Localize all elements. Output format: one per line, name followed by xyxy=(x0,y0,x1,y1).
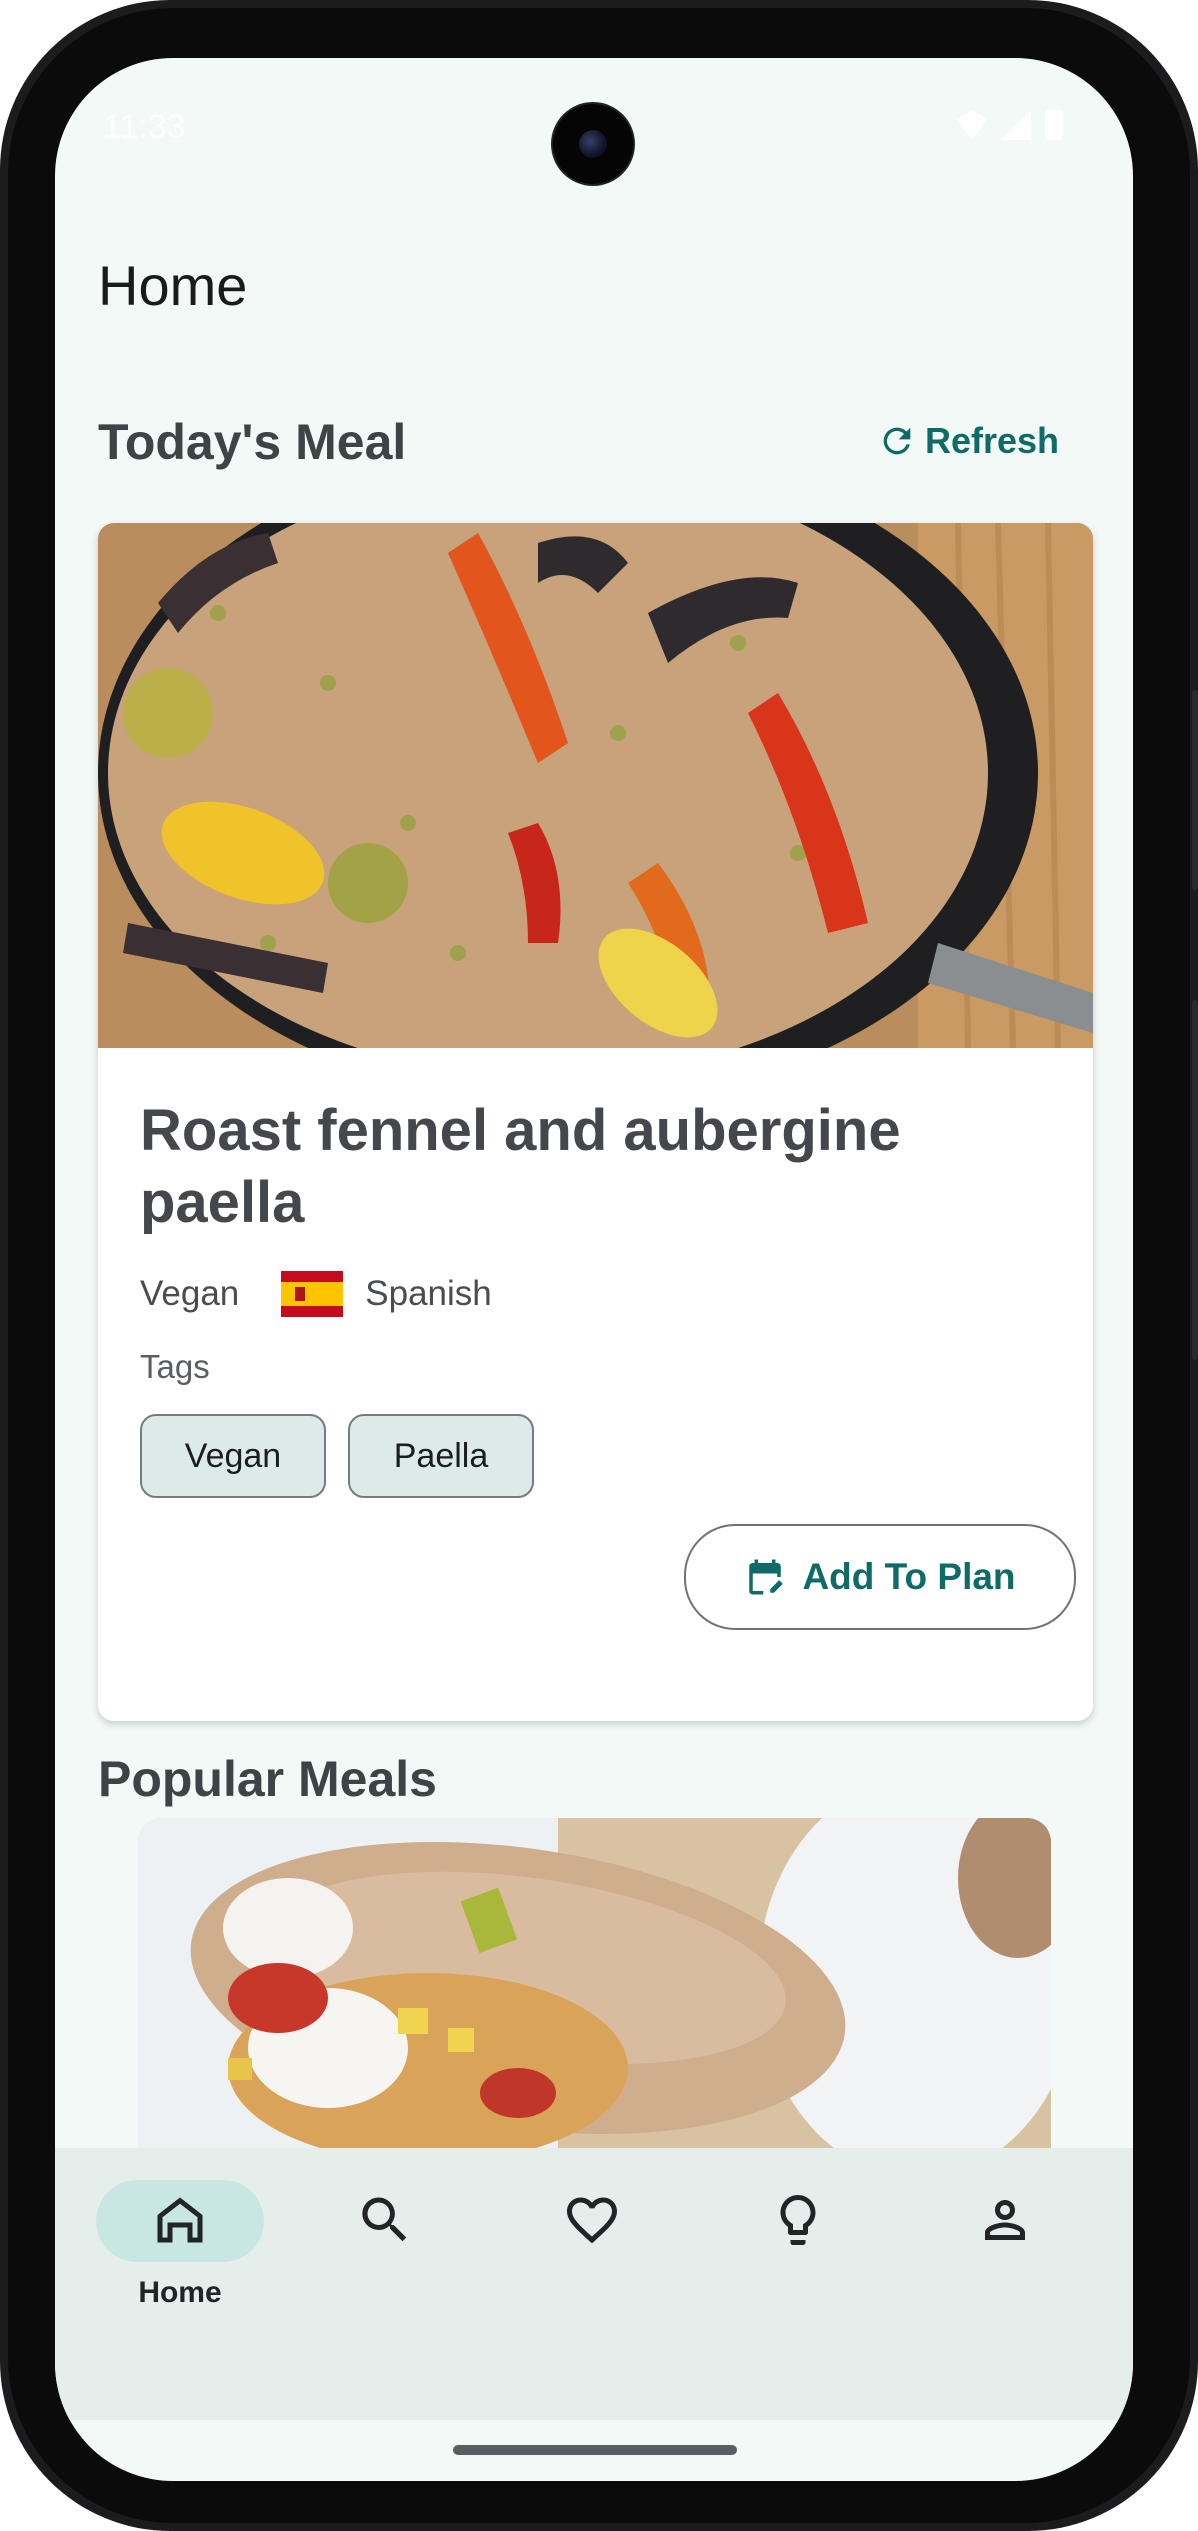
wifi-icon xyxy=(957,110,987,140)
add-to-plan-button[interactable]: Add To Plan xyxy=(684,1524,1076,1630)
tag-chip[interactable]: Vegan xyxy=(140,1414,326,1498)
app-screen: 11:33 Home Today's Meal Refresh Roast fe… xyxy=(55,58,1133,2481)
popular-meal-photo xyxy=(138,1818,1051,2148)
nav-item-search[interactable] xyxy=(355,2148,565,2420)
nav-item-ideas[interactable] xyxy=(768,2148,978,2420)
refresh-icon xyxy=(883,427,911,455)
nav-item-home[interactable]: Home xyxy=(55,2148,265,2420)
nav-label-home: Home xyxy=(138,2276,222,2309)
bottom-navigation: Home xyxy=(55,2148,1133,2420)
lightbulb-icon xyxy=(780,2195,816,2245)
spain-flag-icon xyxy=(281,1271,344,1317)
status-time: 11:33 xyxy=(103,108,186,146)
heart-icon xyxy=(567,2197,617,2244)
gesture-bar[interactable] xyxy=(453,2445,737,2455)
front-camera xyxy=(553,104,633,184)
tags-label: Tags xyxy=(140,1348,210,1385)
refresh-label: Refresh xyxy=(925,420,1060,461)
nav-item-profile[interactable] xyxy=(975,2148,1133,2420)
power-button xyxy=(1192,690,1198,890)
todays-meal-card[interactable]: Roast fennel and aubergine paella Vegan … xyxy=(98,523,1093,1721)
meal-category: Vegan xyxy=(140,1274,240,1313)
popular-meal-card[interactable] xyxy=(138,1818,1051,2148)
home-icon xyxy=(157,2197,203,2243)
battery-icon xyxy=(1045,110,1063,140)
tag-chips: Vegan Paella xyxy=(140,1414,534,1498)
meal-cuisine: Spanish xyxy=(365,1274,492,1313)
meal-title: Roast fennel and aubergine paella xyxy=(140,1098,901,1235)
account-icon xyxy=(985,2200,1025,2240)
todays-meal-heading: Today's Meal xyxy=(98,414,407,470)
popular-meals-heading: Popular Meals xyxy=(98,1751,437,1807)
phone-frame: 11:33 Home Today's Meal Refresh Roast fe… xyxy=(0,0,1198,2531)
tag-chip[interactable]: Paella xyxy=(348,1414,534,1498)
page-title: Home xyxy=(98,254,248,317)
volume-button xyxy=(1192,1000,1198,1360)
meal-photo xyxy=(98,523,1093,1048)
add-to-plan-label: Add To Plan xyxy=(802,1556,1016,1597)
meal-meta: Vegan Spanish xyxy=(140,1271,492,1317)
nav-item-favorites[interactable] xyxy=(562,2148,772,2420)
signal-icon xyxy=(1001,110,1031,140)
status-icons xyxy=(957,110,1063,140)
refresh-button[interactable]: Refresh xyxy=(877,420,1059,462)
calendar-edit-icon xyxy=(749,1559,784,1595)
search-icon xyxy=(362,2197,407,2242)
